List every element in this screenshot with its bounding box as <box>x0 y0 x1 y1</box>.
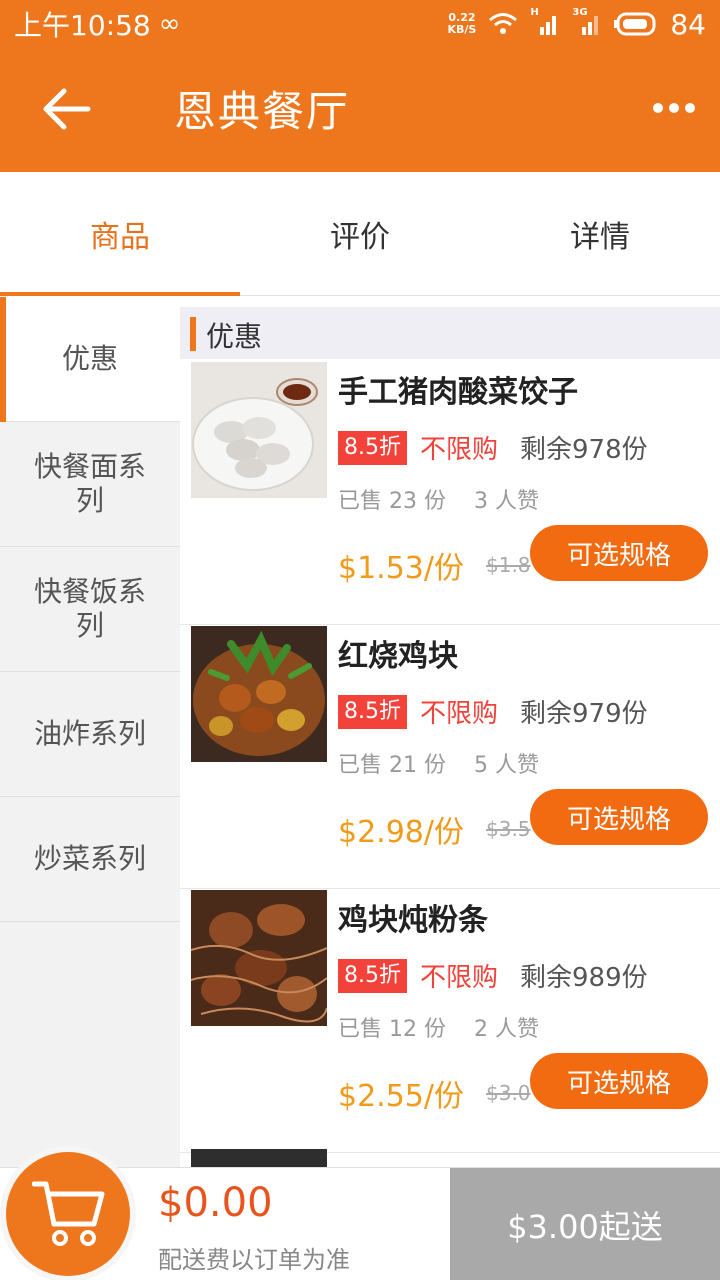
category-item-fried[interactable]: 油炸系列 <box>0 672 180 797</box>
tab-bar: 商品 评价 详情 <box>0 172 720 296</box>
price: $2.55/份 <box>338 1079 464 1114</box>
app-bar: 恩典餐厅 <box>0 48 720 172</box>
stock-text: 剩余979份 <box>520 699 648 729</box>
category-label: 优惠 <box>61 342 118 375</box>
status-time: 上午10:58 <box>14 9 151 42</box>
category-label: 快餐饭系列 <box>33 575 146 642</box>
status-right: 0.22 KB/S H 3G 84 <box>448 7 707 41</box>
loop-icon: ∞ <box>158 9 181 39</box>
product-item[interactable]: 手工猪肉酸菜饺子 8.5折 不限购 剩余978份 已售 23 份 3 人赞 $1… <box>180 361 720 625</box>
product-name: 红烧鸡块 <box>338 639 458 674</box>
delivery-fee-note: 配送费以订单为准 <box>158 1246 350 1274</box>
wifi-icon <box>489 13 518 34</box>
more-icon[interactable] <box>652 100 696 116</box>
product-item[interactable]: 红烧鸡块 8.5折 不限购 剩余979份 已售 21 份 5 人赞 $2.98/… <box>180 625 720 889</box>
discount-badge: 8.5折 <box>338 959 407 993</box>
cart-button[interactable] <box>6 1152 130 1276</box>
stock-text: 剩余978份 <box>520 435 648 465</box>
like-count: 2 人赞 <box>474 1017 539 1042</box>
signal-2: 3G <box>572 7 602 37</box>
signal-1: H <box>530 7 560 37</box>
product-list: 优惠 手工猪肉酸菜饺子 8.5折 不限购 剩余978份 已售 23 份 3 人赞… <box>180 297 720 1167</box>
like-count: 5 人赞 <box>474 753 539 778</box>
price: $2.98/份 <box>338 815 464 850</box>
battery-level: 84 <box>670 7 706 41</box>
category-label: 炒菜系列 <box>33 842 146 875</box>
category-label: 快餐面系列 <box>33 450 146 517</box>
sold-count: 已售 23 份 <box>338 489 446 514</box>
back-arrow-icon[interactable] <box>38 84 92 134</box>
screen: 上午10:58 ∞ 0.22 KB/S H 3G 84 恩典餐厅 商品 评价 详… <box>0 0 720 1280</box>
section-title: 优惠 <box>206 320 263 353</box>
checkout-button[interactable]: $3.00起送 <box>450 1168 720 1280</box>
braised-chicken-image <box>191 626 327 762</box>
section-header: 优惠 <box>180 307 720 359</box>
status-bar: 上午10:58 ∞ 0.22 KB/S H 3G 84 <box>0 0 720 48</box>
stock-text: 剩余989份 <box>520 963 648 993</box>
product-item[interactable]: 鸡块炖粉条 8.5折 不限购 剩余989份 已售 12 份 2 人赞 $2.55… <box>180 889 720 1153</box>
tab-products[interactable]: 商品 <box>0 172 240 296</box>
limit-text: 不限购 <box>420 699 499 729</box>
tab-details[interactable]: 详情 <box>480 172 720 296</box>
chicken-noodles-image <box>191 890 327 1026</box>
original-price: $3.5 <box>486 817 531 841</box>
limit-text: 不限购 <box>420 963 499 993</box>
discount-badge: 8.5折 <box>338 695 407 729</box>
cart-total: $0.00 <box>158 1180 273 1226</box>
category-label: 油炸系列 <box>33 717 146 750</box>
net-speed-unit: KB/S <box>447 23 477 36</box>
product-image-dumplings[interactable] <box>191 362 327 498</box>
tab-reviews[interactable]: 评价 <box>240 172 480 296</box>
dumplings-image <box>191 362 327 498</box>
choose-spec-button[interactable]: 可选规格 <box>530 1053 708 1109</box>
category-item-stirfry[interactable]: 炒菜系列 <box>0 797 180 922</box>
section-marker <box>190 317 196 351</box>
next-product-image <box>191 1149 327 1167</box>
original-price: $3.0 <box>486 1081 531 1105</box>
net-speed: 0.22 KB/S <box>448 12 477 36</box>
sold-count: 已售 21 份 <box>338 753 446 778</box>
like-count: 3 人赞 <box>474 489 539 514</box>
product-name: 手工猪肉酸菜饺子 <box>338 375 578 410</box>
cart-bar: $0.00 配送费以订单为准 $3.00起送 <box>0 1152 720 1280</box>
product-image-braised-chicken[interactable] <box>191 626 327 762</box>
product-image-chicken-noodles[interactable] <box>191 890 327 1026</box>
active-marker <box>0 297 6 422</box>
choose-spec-button[interactable]: 可选规格 <box>530 789 708 845</box>
tab-underline <box>0 292 240 296</box>
original-price: $1.8 <box>486 553 531 577</box>
cart-icon <box>32 1181 105 1246</box>
signal-2-tag: 3G <box>572 7 588 18</box>
sold-count: 已售 12 份 <box>338 1017 446 1042</box>
category-item-noodles[interactable]: 快餐面系列 <box>0 422 180 547</box>
discount-badge: 8.5折 <box>338 431 407 465</box>
category-item-rice[interactable]: 快餐饭系列 <box>0 547 180 672</box>
battery-icon <box>614 12 656 36</box>
price: $1.53/份 <box>338 551 464 586</box>
category-sidebar: 优惠 快餐面系列 快餐饭系列 油炸系列 炒菜系列 <box>0 297 180 1167</box>
limit-text: 不限购 <box>420 435 499 465</box>
choose-spec-button[interactable]: 可选规格 <box>530 525 708 581</box>
product-name: 鸡块炖粉条 <box>338 903 488 938</box>
page-title: 恩典餐厅 <box>174 87 351 136</box>
signal-1-tag: H <box>530 7 539 18</box>
category-item-discount[interactable]: 优惠 <box>0 297 180 422</box>
